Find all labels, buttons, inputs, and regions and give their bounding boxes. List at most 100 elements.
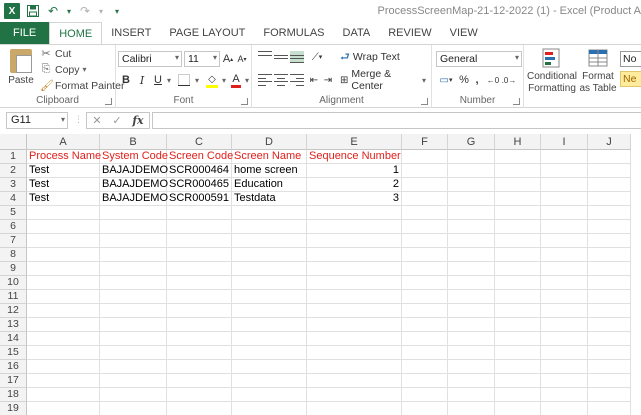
cell[interactable] — [27, 234, 100, 248]
cell[interactable]: Test — [27, 192, 100, 206]
cell[interactable] — [402, 402, 448, 415]
row-header[interactable]: 10 — [0, 276, 27, 290]
cell[interactable] — [167, 388, 232, 402]
cancel-icon[interactable]: ✕ — [92, 114, 101, 127]
cell[interactable] — [448, 234, 495, 248]
wrap-text-button[interactable]: ⮐ Wrap Text — [340, 49, 412, 65]
cell[interactable] — [232, 402, 307, 415]
fill-color-dropdown-icon[interactable]: ▾ — [220, 72, 228, 88]
cell[interactable] — [167, 234, 232, 248]
cell[interactable] — [541, 360, 588, 374]
cell[interactable]: 1 — [307, 164, 402, 178]
cell[interactable] — [167, 332, 232, 346]
cell[interactable] — [100, 262, 167, 276]
cell[interactable]: Sequence Number — [307, 150, 402, 164]
cell[interactable] — [307, 248, 402, 262]
row-header[interactable]: 12 — [0, 304, 27, 318]
cell[interactable]: System Code — [100, 150, 168, 164]
cell[interactable] — [448, 402, 495, 415]
cell[interactable]: BAJAJDEMO — [100, 192, 168, 206]
format-as-table-button[interactable]: Format as Table — [578, 47, 618, 95]
cell[interactable] — [495, 346, 541, 360]
cell[interactable]: SCR000591 — [167, 192, 232, 206]
cut-button[interactable]: ✂ Cut — [40, 47, 71, 61]
customize-toolbar-icon[interactable]: ▾ — [110, 4, 124, 18]
cell[interactable] — [402, 276, 448, 290]
cell[interactable]: Test — [27, 164, 100, 178]
cell[interactable]: Testdata — [232, 192, 307, 206]
cell[interactable] — [402, 178, 448, 192]
cell[interactable]: Screen Name — [232, 150, 307, 164]
cell[interactable] — [402, 304, 448, 318]
enter-icon[interactable]: ✓ — [112, 114, 121, 127]
row-header[interactable]: 11 — [0, 290, 27, 304]
cell[interactable] — [232, 346, 307, 360]
cell[interactable] — [402, 220, 448, 234]
cell[interactable] — [448, 318, 495, 332]
bottom-align-icon[interactable] — [290, 51, 304, 63]
cell[interactable] — [100, 332, 167, 346]
cell[interactable] — [167, 374, 232, 388]
cell[interactable]: 2 — [307, 178, 402, 192]
formula-bar-resize-handle[interactable]: ⋮ — [74, 114, 83, 125]
cell[interactable] — [27, 374, 100, 388]
cell[interactable] — [495, 248, 541, 262]
cell[interactable] — [588, 290, 631, 304]
cell[interactable] — [588, 192, 631, 206]
cell[interactable] — [27, 346, 100, 360]
cell[interactable] — [232, 304, 307, 318]
row-header[interactable]: 14 — [0, 332, 27, 346]
cell[interactable] — [27, 402, 100, 415]
tab-formulas[interactable]: FORMULAS — [254, 22, 333, 44]
middle-align-icon[interactable] — [274, 51, 288, 63]
cell[interactable] — [448, 220, 495, 234]
cell[interactable]: Screen Code — [167, 150, 233, 164]
column-header-d[interactable]: D — [232, 134, 307, 150]
tab-view[interactable]: VIEW — [441, 22, 487, 44]
cell[interactable] — [167, 262, 232, 276]
cell[interactable] — [588, 346, 631, 360]
cell[interactable] — [167, 248, 232, 262]
row-header[interactable]: 3 — [0, 178, 27, 192]
row-header[interactable]: 15 — [0, 346, 27, 360]
cell[interactable] — [402, 234, 448, 248]
cell[interactable] — [402, 388, 448, 402]
cell[interactable] — [588, 248, 631, 262]
cell[interactable] — [541, 290, 588, 304]
cell[interactable] — [495, 192, 541, 206]
cell[interactable] — [402, 332, 448, 346]
cell[interactable] — [27, 248, 100, 262]
cell[interactable] — [307, 290, 402, 304]
cell[interactable] — [495, 318, 541, 332]
row-header[interactable]: 4 — [0, 192, 27, 206]
accounting-format-button[interactable]: ▭ ▾ — [436, 72, 456, 88]
cell[interactable] — [588, 206, 631, 220]
font-launcher-icon[interactable] — [241, 98, 248, 105]
cell[interactable] — [307, 206, 402, 220]
cell[interactable] — [402, 262, 448, 276]
cell[interactable] — [167, 318, 232, 332]
cell[interactable]: BAJAJDEMO — [100, 178, 168, 192]
cell[interactable] — [495, 290, 541, 304]
tab-page-layout[interactable]: PAGE LAYOUT — [160, 22, 254, 44]
select-all-button[interactable] — [0, 134, 27, 150]
row-header[interactable]: 7 — [0, 234, 27, 248]
cell[interactable] — [495, 234, 541, 248]
number-launcher-icon[interactable] — [513, 98, 520, 105]
cell[interactable] — [588, 262, 631, 276]
cell[interactable] — [167, 290, 232, 304]
cell[interactable] — [402, 318, 448, 332]
cell[interactable] — [588, 304, 631, 318]
cell[interactable] — [588, 360, 631, 374]
fill-color-button[interactable]: ◇ — [204, 70, 220, 88]
cell[interactable] — [495, 206, 541, 220]
row-header[interactable]: 13 — [0, 318, 27, 332]
cell[interactable] — [167, 360, 232, 374]
cell[interactable] — [448, 332, 495, 346]
cell[interactable] — [495, 276, 541, 290]
cell[interactable] — [27, 360, 100, 374]
cell[interactable]: Test — [27, 178, 100, 192]
cell[interactable] — [167, 206, 232, 220]
merge-center-button[interactable]: ⊞ Merge & Center ▾ — [340, 68, 426, 92]
cell[interactable] — [100, 220, 167, 234]
